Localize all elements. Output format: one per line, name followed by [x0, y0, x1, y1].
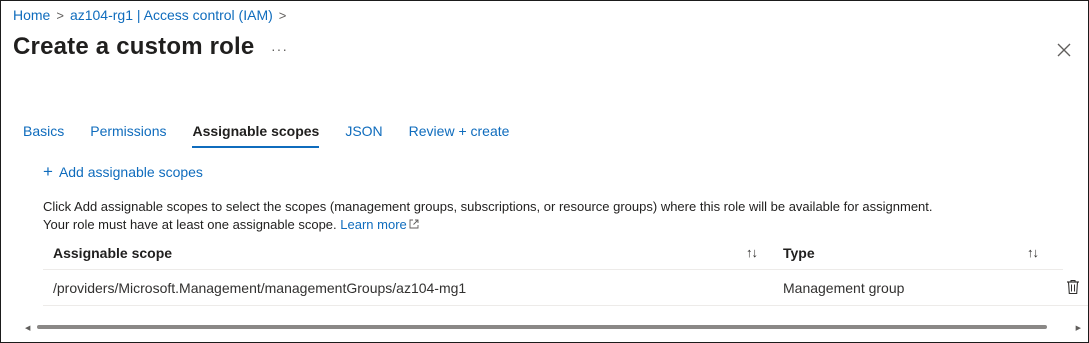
description-line-2-text: Your role must have at least one assigna… — [43, 217, 337, 232]
table-row: /providers/Microsoft.Management/manageme… — [43, 271, 1088, 306]
trash-icon[interactable] — [1066, 279, 1080, 295]
scroll-right-icon[interactable]: ▶ — [1076, 324, 1081, 332]
table-header: Assignable scope ↑↓ Type ↑↓ — [43, 239, 1063, 270]
add-assignable-scopes-button[interactable]: + Add assignable scopes — [43, 162, 203, 181]
description-line-2: Your role must have at least one assigna… — [43, 216, 933, 234]
page-title: Create a custom role — [13, 33, 255, 60]
sort-icon[interactable]: ↑↓ — [1027, 245, 1039, 260]
column-header-assignable-scope[interactable]: Assignable scope — [53, 245, 172, 261]
tab-assignable-scopes[interactable]: Assignable scopes — [192, 123, 319, 148]
tab-basics[interactable]: Basics — [23, 123, 64, 147]
tab-review-create[interactable]: Review + create — [409, 123, 510, 147]
blade-panel: Home > az104-rg1 | Access control (IAM) … — [0, 0, 1089, 343]
breadcrumb-home[interactable]: Home — [13, 7, 50, 23]
description-line-1: Click Add assignable scopes to select th… — [43, 199, 933, 214]
breadcrumb-access-control[interactable]: az104-rg1 | Access control (IAM) — [70, 7, 273, 23]
chevron-right-icon: > — [56, 7, 64, 23]
external-link-icon — [409, 219, 419, 229]
scope-cell: /providers/Microsoft.Management/manageme… — [53, 280, 467, 296]
plus-icon: + — [43, 162, 53, 181]
tab-permissions[interactable]: Permissions — [90, 123, 166, 147]
type-cell: Management group — [783, 280, 905, 296]
tab-json[interactable]: JSON — [345, 123, 382, 147]
column-header-type[interactable]: Type — [783, 245, 815, 261]
description: Click Add assignable scopes to select th… — [43, 198, 933, 234]
learn-more-link[interactable]: Learn more — [340, 217, 419, 232]
sort-icon[interactable]: ↑↓ — [746, 245, 758, 260]
tab-bar: Basics Permissions Assignable scopes JSO… — [23, 123, 510, 148]
add-assignable-scopes-label: Add assignable scopes — [58, 164, 203, 180]
breadcrumb: Home > az104-rg1 | Access control (IAM) … — [13, 7, 286, 23]
chevron-right-icon: > — [278, 7, 287, 23]
scroll-left-icon[interactable]: ◀ — [25, 324, 30, 332]
more-icon[interactable]: ··· — [271, 41, 288, 57]
scrollbar-thumb[interactable] — [37, 325, 1047, 329]
close-icon[interactable] — [1056, 42, 1072, 58]
horizontal-scrollbar[interactable]: ◀ ▶ — [25, 321, 1081, 333]
